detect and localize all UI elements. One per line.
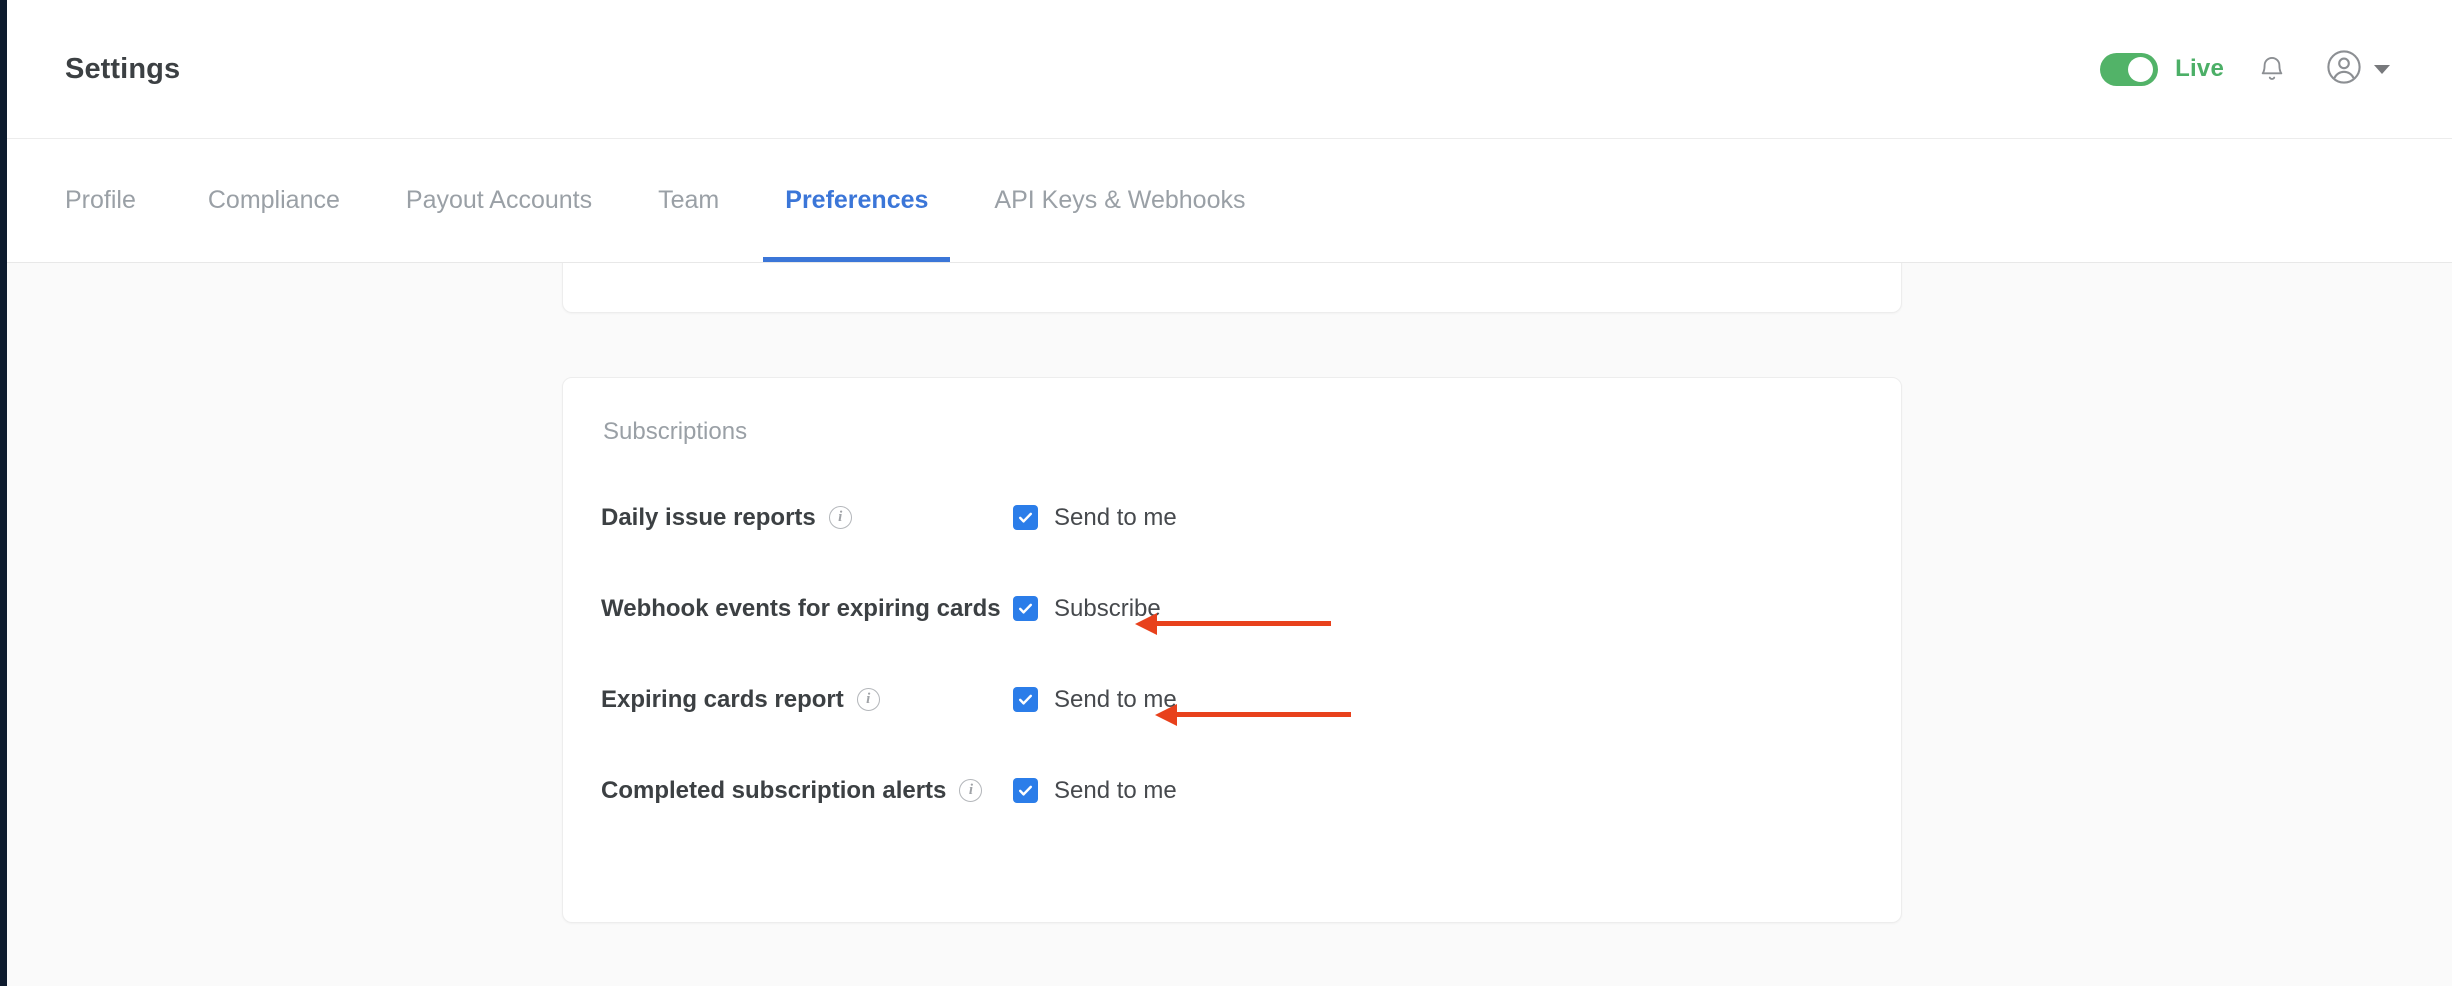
notifications-button[interactable] [2250, 47, 2294, 91]
bell-icon [2257, 53, 2287, 85]
info-icon[interactable]: i [828, 506, 852, 529]
live-mode-toggle[interactable] [2100, 52, 2159, 86]
preference-label-group: Daily issue reports i [601, 504, 1013, 532]
preference-label: Daily issue reports [601, 503, 816, 531]
topbar: Settings Live [7, 0, 2452, 139]
preference-checkbox[interactable] [1013, 596, 1038, 621]
tab-preferences[interactable]: Preferences [763, 139, 951, 262]
preference-label: Expiring cards report [601, 685, 844, 713]
annotation-arrow-icon [1155, 703, 1351, 726]
settings-tabs: Profile Compliance Payout Accounts Team … [7, 139, 2452, 263]
subscriptions-section-title: Subscriptions [603, 418, 748, 445]
preference-label: Completed subscription alerts [601, 776, 947, 804]
check-icon [1017, 509, 1034, 526]
app-frame: Settings Live Profile Compliance Payout … [0, 0, 2452, 986]
preference-control: Subscribe [1013, 595, 1331, 635]
preference-row: Daily issue reports i Send to me [601, 488, 1853, 547]
check-icon [1017, 600, 1034, 617]
preference-row: Expiring cards report i Send to me [601, 670, 1853, 729]
page-title: Settings [65, 52, 181, 85]
topbar-actions: Live [2100, 47, 2390, 91]
subscriptions-card: Subscriptions Daily issue reports i Send… [562, 377, 1902, 923]
annotation-arrow-icon [1135, 612, 1331, 635]
card-above-partial [562, 263, 1902, 313]
tab-compliance[interactable]: Compliance [186, 139, 362, 262]
preference-label-group: Expiring cards report i [601, 686, 1013, 714]
sidebar-rail [0, 0, 7, 986]
preference-label: Webhook events for expiring cards [601, 594, 1001, 622]
check-icon [1017, 782, 1034, 799]
user-avatar-icon [2326, 49, 2362, 90]
live-mode-switch[interactable]: Live [2100, 52, 2224, 86]
preference-control: Send to me [1013, 504, 1177, 532]
toggle-knob [2128, 56, 2154, 82]
preference-checkbox[interactable] [1013, 505, 1038, 530]
preference-checkbox-label[interactable]: Subscribe [1054, 595, 1161, 623]
tab-payout-accounts[interactable]: Payout Accounts [384, 139, 614, 262]
preference-checkbox-label[interactable]: Send to me [1054, 504, 1177, 532]
tab-api-keys-webhooks[interactable]: API Keys & Webhooks [972, 139, 1267, 262]
account-menu[interactable] [2326, 49, 2390, 90]
preference-row: Completed subscription alerts i Send to … [601, 761, 1853, 820]
content-area: Subscriptions Daily issue reports i Send… [7, 263, 2452, 986]
preference-checkbox-label[interactable]: Send to me [1054, 777, 1177, 805]
check-icon [1017, 691, 1034, 708]
tab-profile[interactable]: Profile [65, 139, 158, 262]
info-icon[interactable]: i [856, 688, 880, 711]
preference-row: Webhook events for expiring cards i Subs… [601, 579, 1853, 638]
preference-checkbox-label[interactable]: Send to me [1054, 686, 1177, 714]
preference-checkbox[interactable] [1013, 687, 1038, 712]
preference-control: Send to me [1013, 777, 1177, 805]
tab-team[interactable]: Team [636, 139, 741, 262]
preference-label-group: Webhook events for expiring cards i [601, 594, 1037, 623]
chevron-down-icon [2374, 64, 2390, 74]
preference-label-group: Completed subscription alerts i [601, 777, 1013, 805]
live-mode-label: Live [2175, 55, 2224, 82]
preference-checkbox[interactable] [1013, 778, 1038, 803]
info-icon[interactable]: i [959, 779, 983, 802]
preference-control: Send to me [1013, 686, 1351, 726]
app-body: Settings Live Profile Compliance Payout … [7, 0, 2452, 986]
